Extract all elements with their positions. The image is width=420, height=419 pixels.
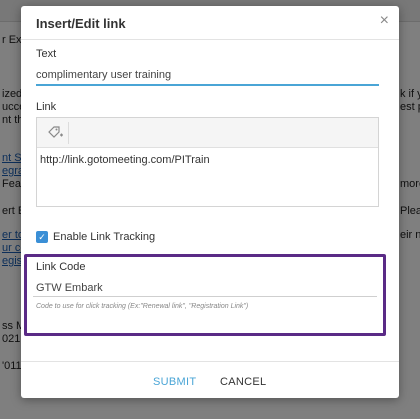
link-editor[interactable]: http://link.gotomeeting.com/PITrain: [36, 117, 379, 207]
link-code-input[interactable]: GTW Embark: [36, 282, 103, 294]
tag-plus-icon[interactable]: [43, 122, 69, 144]
link-code-hint: Code to use for click tracking (Ex:"Rene…: [36, 303, 249, 310]
footer-divider: [21, 361, 399, 362]
text-input-underline: [36, 84, 379, 86]
submit-button[interactable]: SUBMIT: [153, 376, 196, 388]
cancel-button[interactable]: CANCEL: [220, 376, 266, 388]
link-tracking-checkbox[interactable]: ✓: [36, 231, 48, 243]
link-tracking-label[interactable]: Enable Link Tracking: [53, 231, 155, 243]
link-code-underline: [33, 296, 377, 297]
text-input[interactable]: complimentary user training: [36, 69, 171, 81]
link-code-label: Link Code: [36, 261, 86, 273]
insert-edit-link-dialog: Insert/Edit link × Text complimentary us…: [21, 6, 399, 398]
dialog-title: Insert/Edit link: [36, 16, 126, 31]
check-icon: ✓: [38, 232, 46, 242]
link-field-label: Link: [36, 101, 57, 113]
link-editor-toolbar: [37, 118, 378, 148]
close-icon[interactable]: ×: [380, 12, 389, 30]
text-field-label: Text: [36, 48, 57, 60]
link-url-text[interactable]: http://link.gotomeeting.com/PITrain: [40, 154, 210, 166]
header-divider: [21, 39, 399, 40]
